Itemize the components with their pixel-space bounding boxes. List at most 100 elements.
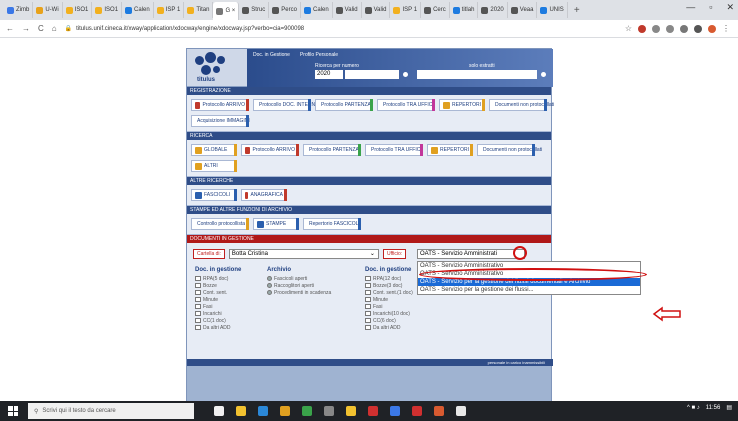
new-tab-button[interactable]: +	[568, 5, 586, 16]
extension-icon[interactable]	[666, 24, 674, 33]
extract-input[interactable]	[417, 70, 537, 79]
list-item[interactable]: Minute	[195, 296, 241, 303]
taskbar-app-icon[interactable]	[236, 406, 246, 416]
taskbar-search[interactable]: ⚲ Scrivi qui il testo da cercare	[28, 403, 194, 419]
back-icon[interactable]: ←	[6, 24, 14, 33]
browser-tab[interactable]: ISO1	[92, 2, 123, 18]
tray-icons[interactable]: ^ ■ ♪	[687, 405, 700, 411]
go-button[interactable]	[541, 72, 546, 77]
section-button[interactable]: Protocollo PARTENZA	[315, 99, 373, 111]
extension-icon[interactable]	[638, 24, 646, 33]
col3-title[interactable]: Doc. in gestione	[365, 267, 413, 273]
extension-icon[interactable]	[652, 24, 660, 33]
profilo-link[interactable]: Profilo Personale	[300, 52, 338, 58]
section-button[interactable]: Protocollo ARRIVO	[191, 99, 249, 111]
number-input[interactable]	[345, 70, 399, 79]
section-button[interactable]: Protocollo TRA UFFICI	[377, 99, 435, 111]
section-button[interactable]: Protocollo DOC. INTERNO	[253, 99, 319, 111]
clock[interactable]: 11:56	[706, 405, 721, 411]
list-item[interactable]: Minute	[365, 296, 413, 303]
section-button[interactable]: FASCICOLI	[191, 189, 237, 201]
section-button[interactable]: Documenti non protocollati	[477, 144, 542, 156]
browser-tab[interactable]: Valid	[362, 2, 391, 18]
list-item[interactable]: CC(6 doc)	[365, 317, 413, 324]
list-item[interactable]: Bozze(3 doc)	[365, 282, 413, 289]
list-item[interactable]: Fascicoli aperti	[267, 275, 331, 282]
section-button[interactable]: ALTRI	[191, 160, 237, 172]
list-item[interactable]: Procedimenti in scadenza	[267, 289, 331, 296]
star-icon[interactable]: ☆	[625, 24, 632, 33]
browser-tab[interactable]: Perco	[269, 2, 301, 18]
browser-tab[interactable]: ISP 1	[390, 2, 422, 18]
go-button[interactable]	[403, 72, 408, 77]
taskbar-app-icon[interactable]	[302, 406, 312, 416]
notifications-icon[interactable]: ▤	[726, 404, 732, 411]
section-button[interactable]: Protocollo PARTENZA	[303, 144, 361, 156]
browser-tab[interactable]: UNIS	[537, 2, 568, 18]
list-item[interactable]: Fasi	[365, 303, 413, 310]
taskbar-app-icon[interactable]	[258, 406, 268, 416]
list-item[interactable]: CC(1 doc)	[195, 317, 241, 324]
browser-tab[interactable]: G ×	[213, 2, 240, 20]
browser-tab[interactable]: ISO1	[63, 2, 93, 18]
maximize-icon[interactable]: ▫	[709, 2, 712, 13]
section-button[interactable]: STAMPE	[253, 218, 299, 230]
taskbar-app-icon[interactable]	[390, 406, 400, 416]
browser-tab[interactable]: titlah	[450, 2, 479, 18]
windows-start-icon[interactable]	[8, 406, 18, 416]
browser-tab[interactable]: 2020	[478, 2, 508, 18]
list-item[interactable]: Incarichi(10 doc)	[365, 310, 413, 317]
browser-tab[interactable]: Calen	[122, 2, 154, 18]
taskbar-app-icon[interactable]	[214, 406, 224, 416]
list-item[interactable]: RPA(12 doc)	[365, 275, 413, 282]
list-item[interactable]: Da altri ADD	[195, 324, 241, 331]
browser-tab[interactable]: ISP 1	[154, 2, 185, 18]
section-button[interactable]: REPERTORI	[427, 144, 473, 156]
section-button[interactable]: ANAGRAFICA	[241, 189, 287, 201]
dropdown-option[interactable]: OATS - Servizio per la gestione dei flus…	[418, 286, 640, 294]
browser-tab[interactable]: Struc	[239, 2, 270, 18]
taskbar-app-icon[interactable]	[368, 406, 378, 416]
list-item[interactable]: Raccoglitori aperti	[267, 282, 331, 289]
section-button[interactable]: Documenti non protocollati	[489, 99, 554, 111]
browser-tab[interactable]: Zimb	[4, 2, 34, 18]
section-button[interactable]: Acquisizione IMMAGINI	[191, 115, 250, 127]
list-item[interactable]: RPA(5 doc)	[195, 275, 241, 282]
forward-icon[interactable]: →	[22, 24, 30, 33]
doc-gestione-link[interactable]: Doc. in Gestione	[253, 52, 290, 58]
cartella-select[interactable]: Botta Cristina ⌄	[228, 249, 379, 259]
list-item[interactable]: Cont. sent.(1 doc)	[365, 289, 413, 296]
browser-tab[interactable]: Valid	[333, 2, 362, 18]
browser-tab[interactable]: Veaa	[508, 2, 538, 18]
minimize-icon[interactable]: —	[686, 2, 695, 13]
browser-tab[interactable]: U-Wi	[33, 2, 63, 18]
menu-icon[interactable]: ⋮	[722, 24, 730, 33]
url-field[interactable]: 🔒 titulus.unif.cineca.it/xway/applicatio…	[65, 25, 617, 33]
list-item[interactable]: Fasi	[195, 303, 241, 310]
section-button[interactable]: GLOBALE	[191, 144, 237, 156]
ufficio-select[interactable]: OATS - Servizio Amministrati	[417, 249, 525, 259]
section-button[interactable]: Protocollo TRA UFFICI	[365, 144, 423, 156]
list-item[interactable]: Bozze	[195, 282, 241, 289]
taskbar-app-icon[interactable]	[280, 406, 290, 416]
extension-icon[interactable]	[694, 24, 702, 33]
list-item[interactable]: Da altri ADD	[365, 324, 413, 331]
browser-tab[interactable]: Calen	[301, 2, 333, 18]
browser-tab[interactable]: Titan	[184, 2, 214, 18]
taskbar-app-icon[interactable]	[412, 406, 422, 416]
taskbar-app-icon[interactable]	[434, 406, 444, 416]
home-icon[interactable]: ⌂	[52, 24, 57, 33]
browser-tab[interactable]: Cerc	[421, 2, 450, 18]
section-button[interactable]: REPERTORI	[439, 99, 485, 111]
avatar[interactable]	[708, 24, 716, 33]
year-input[interactable]: 2020	[315, 70, 343, 79]
col1-title[interactable]: Doc. in gestione	[195, 267, 241, 273]
taskbar-app-icon[interactable]	[456, 406, 466, 416]
list-item[interactable]: Incarichi	[195, 310, 241, 317]
taskbar-app-icon[interactable]	[324, 406, 334, 416]
extension-icon[interactable]	[680, 24, 688, 33]
section-button[interactable]: Controllo protocollista	[191, 218, 249, 230]
taskbar-app-icon[interactable]	[346, 406, 356, 416]
reload-icon[interactable]: C	[38, 24, 44, 33]
section-button[interactable]: Protocollo ARRIVO	[241, 144, 299, 156]
